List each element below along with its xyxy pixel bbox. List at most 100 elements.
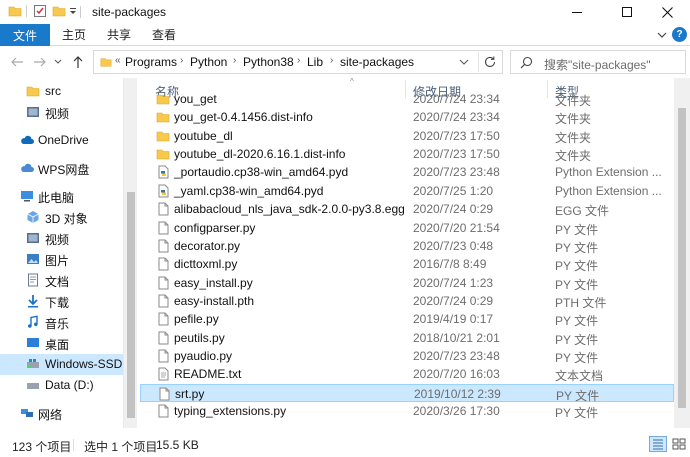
file-row[interactable]: srt.py 2019/10/12 2:39 PY 文件: [140, 383, 674, 403]
file-icon: [158, 276, 169, 289]
file-date: 2020/7/24 0:29: [413, 293, 494, 308]
file-row[interactable]: youtube_dl-2020.6.16.1.dist-info 2020/7/2…: [140, 145, 674, 163]
breadcrumb-separator[interactable]: ›: [180, 55, 183, 66]
tab-share[interactable]: 共享: [107, 24, 131, 46]
close-icon: [661, 6, 673, 18]
properties-icon[interactable]: [33, 4, 47, 18]
help-icon[interactable]: ?: [672, 27, 687, 42]
navigation-scrollbar-thumb[interactable]: [127, 192, 135, 418]
breadcrumb-site-packages[interactable]: site-packages: [340, 55, 414, 69]
refresh-icon: [484, 56, 495, 68]
file-type: 文件夹: [555, 130, 592, 145]
file-row[interactable]: you_get 2020/7/24 23:34 文件夹: [140, 90, 674, 108]
cloud-icon: [21, 135, 34, 144]
file-row[interactable]: pefile.py 2019/4/19 0:17 PY 文件: [140, 310, 674, 328]
documents-icon: [28, 273, 38, 287]
file-name: easy-install.pth: [174, 293, 255, 308]
address-dropdown-icon[interactable]: [459, 57, 469, 67]
sidebar-item-label: 音乐: [45, 317, 70, 331]
forward-button[interactable]: [32, 54, 48, 70]
sidebar-item-desktop[interactable]: 桌面: [0, 333, 123, 354]
file-row[interactable]: easy_install.py 2020/7/24 1:23 PY 文件: [140, 274, 674, 292]
refresh-button[interactable]: [478, 52, 500, 72]
file-row[interactable]: _portaudio.cp38-win_amd64.pyd 2020/7/23 2…: [140, 163, 674, 181]
expand-ribbon-icon[interactable]: [656, 29, 668, 41]
sidebar-item-src[interactable]: src: [0, 81, 123, 102]
tab-file[interactable]: 文件: [0, 24, 50, 46]
breadcrumb-python38[interactable]: Python38: [243, 55, 294, 69]
file-list-scrollbar-thumb[interactable]: [678, 108, 686, 408]
sidebar-item-label: 桌面: [45, 338, 70, 352]
sidebar-item-documents[interactable]: 文档: [0, 270, 123, 291]
file-name: peutils.py: [174, 330, 225, 345]
recent-locations-button[interactable]: [52, 54, 64, 70]
address-bar[interactable]: « Programs › Python › Python38 › Lib › s…: [93, 50, 503, 74]
file-date: 2020/7/23 23:48: [413, 348, 500, 363]
file-type: PY 文件: [555, 259, 599, 274]
drive-c-icon: [27, 359, 39, 368]
wps-cloud-icon: [21, 163, 34, 172]
sidebar-item-3d-objects[interactable]: 3D 对象: [0, 207, 123, 228]
folder-icon[interactable]: [8, 4, 22, 18]
file-icon: [158, 294, 169, 308]
file-row[interactable]: _yaml.cp38-win_amd64.pyd 2020/7/25 1:20 Py…: [140, 182, 674, 200]
file-name: you_get: [174, 92, 217, 106]
large-icons-view-icon: [672, 438, 686, 450]
breadcrumb-separator[interactable]: ›: [330, 55, 333, 66]
breadcrumb-python[interactable]: Python: [190, 55, 227, 69]
sidebar-item-wps-cloud[interactable]: WPS网盘: [0, 158, 123, 179]
up-button[interactable]: [70, 54, 86, 70]
back-button[interactable]: [9, 54, 25, 70]
minimize-button[interactable]: [554, 0, 600, 24]
chevron-down-icon: [54, 59, 62, 64]
file-name: easy_install.py: [174, 275, 253, 290]
file-row[interactable]: configparser.py 2020/7/20 21:54 PY 文件: [140, 219, 674, 237]
sort-ascending-icon: ^: [350, 78, 354, 86]
sidebar-item-videos[interactable]: 视频: [0, 228, 123, 249]
file-type: PY 文件: [555, 406, 599, 420]
tab-view[interactable]: 查看: [152, 24, 176, 46]
sidebar-item-pictures[interactable]: 图片: [0, 249, 123, 270]
breadcrumb-separator[interactable]: ›: [297, 55, 300, 66]
search-box[interactable]: 搜索"site-packages": [510, 50, 686, 74]
file-row[interactable]: youtube_dl 2020/7/23 17:50 文件夹: [140, 127, 674, 145]
customize-quick-access-icon[interactable]: [68, 6, 78, 16]
sidebar-item-data-drive[interactable]: Data (D:): [0, 375, 123, 396]
sidebar-item-label: src: [45, 84, 61, 98]
details-view-button[interactable]: [649, 436, 667, 452]
file-row[interactable]: alibabacloud_nls_java_sdk-2.0.0-py3.8.eg…: [140, 200, 674, 218]
file-icon: [158, 221, 169, 234]
breadcrumb-overflow[interactable]: «: [115, 55, 121, 66]
sidebar-item-label: 视频: [45, 233, 70, 247]
file-type: 文件夹: [555, 149, 592, 164]
file-row[interactable]: decorator.py 2020/7/23 0:48 PY 文件: [140, 237, 674, 255]
sidebar-item-windows-ssd[interactable]: Windows-SSD (: [0, 354, 123, 375]
pictures-icon: [27, 254, 39, 264]
file-row[interactable]: README.txt 2020/7/20 16:03 文本文档: [140, 365, 674, 383]
close-button[interactable]: [644, 0, 690, 24]
sidebar-item-network[interactable]: 网络: [0, 403, 123, 424]
file-row[interactable]: pyaudio.py 2020/7/23 23:48 PY 文件: [140, 347, 674, 365]
sidebar-item-this-pc[interactable]: 此电脑: [0, 186, 123, 207]
drive-icon: [27, 383, 39, 389]
breadcrumb-programs[interactable]: Programs: [125, 55, 177, 69]
file-row[interactable]: dicttoxml.py 2016/7/8 8:49 PY 文件: [140, 255, 674, 273]
breadcrumb-separator[interactable]: ›: [233, 55, 236, 66]
file-row[interactable]: peutils.py 2018/10/21 2:01 PY 文件: [140, 329, 674, 347]
large-icons-view-button[interactable]: [670, 436, 688, 452]
tab-home[interactable]: 主页: [62, 24, 86, 46]
sidebar-item-onedrive[interactable]: OneDrive: [0, 130, 123, 151]
sidebar-item-music[interactable]: 音乐: [0, 312, 123, 333]
file-name: you_get-0.4.1456.dist-info: [174, 110, 313, 125]
new-folder-icon[interactable]: [52, 4, 66, 18]
file-row[interactable]: easy-install.pth 2020/7/24 0:29 PTH 文件: [140, 292, 674, 310]
sidebar-item-downloads[interactable]: 下载: [0, 291, 123, 312]
search-placeholder: 搜索"site-packages": [544, 58, 651, 72]
navigation-scrollbar[interactable]: [123, 78, 137, 428]
file-row[interactable]: typing_extensions.py 2020/3/26 17:30 PY 文件: [140, 402, 674, 420]
file-list-scrollbar[interactable]: [674, 78, 690, 428]
file-row[interactable]: you_get-0.4.1456.dist-info 2020/7/24 23:3…: [140, 108, 674, 126]
sidebar-item-videos-quick[interactable]: 视频: [0, 102, 123, 123]
breadcrumb-lib[interactable]: Lib: [307, 55, 323, 69]
sidebar-item-label: OneDrive: [38, 133, 89, 147]
